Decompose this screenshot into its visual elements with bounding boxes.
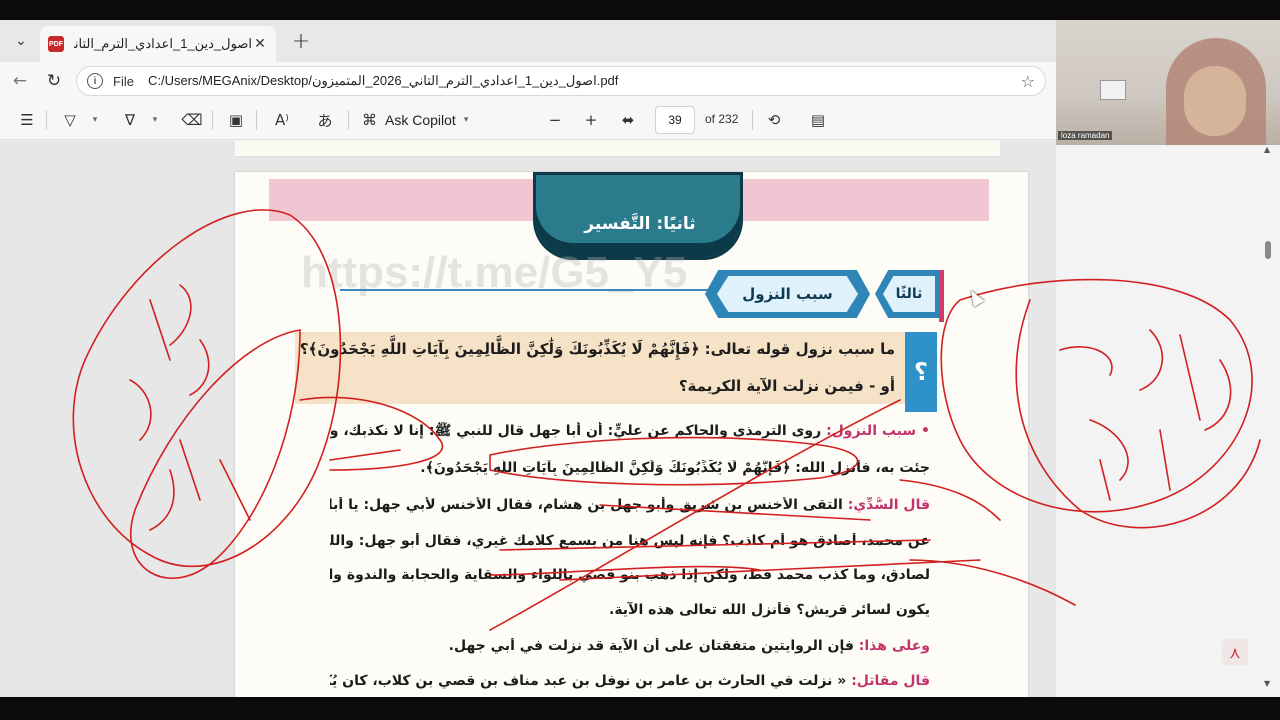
close-icon[interactable]: ✕ — [252, 36, 268, 52]
heading-rule — [340, 289, 710, 291]
acrobat-icon[interactable]: ⋏ — [1222, 639, 1248, 665]
divider — [752, 110, 753, 130]
wall-socket — [1100, 80, 1126, 100]
page-view-icon[interactable]: ▤ — [806, 108, 830, 132]
question-line: ما سبب نزول قوله تعالى: ﴿فَإِنَّهُمْ لَا… — [299, 340, 895, 358]
text-box-icon[interactable]: ▣ — [224, 108, 248, 132]
scroll-thumb[interactable] — [1265, 241, 1271, 259]
fit-width-icon[interactable]: ⬌ — [616, 108, 640, 132]
draw-icon[interactable]: ∇ — [118, 108, 142, 132]
scroll-up-arrow-icon[interactable]: ▲ — [1264, 145, 1270, 154]
active-tab[interactable]: PDF اصول_دين_1_اعدادي_الترم_التاني_26 ✕ — [40, 26, 276, 62]
previous-page-edge — [235, 141, 1000, 157]
browser-window: ⌄ PDF اصول_دين_1_اعدادي_الترم_التاني_26 … — [0, 20, 1056, 697]
question-mark-box: ؟ — [905, 332, 937, 412]
eraser-icon[interactable]: ⌫ — [180, 108, 204, 132]
url-scheme: File — [113, 73, 134, 89]
page-total: of 232 — [705, 112, 739, 126]
scroll-down-arrow-icon[interactable]: ▼ — [1264, 679, 1270, 688]
body-line: يكون لسائر قريش؟ فأنزل الله تعالى هذه ال… — [609, 602, 930, 618]
top-black-bar — [0, 0, 1280, 20]
ask-copilot-button[interactable]: ⌘ Ask Copilot ▾ — [362, 108, 492, 132]
url-text[interactable]: C:/Users/MEGAnix/Desktop/اصول_دين_1_اعدا… — [148, 73, 1021, 89]
contents-list-icon[interactable]: ☰ — [16, 108, 38, 132]
back-arrow-icon[interactable]: ← — [8, 69, 32, 93]
heading-number: ثالثًا — [883, 276, 935, 312]
pdf-toolbar: ☰ ▽ ▾ ∇ ▾ ⌫ ▣ A⁾ あ ⌘ Ask Copilot ▾ − + ⬌… — [0, 100, 1056, 140]
divider — [256, 110, 257, 130]
info-icon[interactable]: i — [87, 73, 103, 89]
body-line: قال مقاتل: « نزلت في الحارث بن عامر بن ن… — [330, 673, 930, 689]
vertical-scrollbar[interactable]: ▲ ▼ — [1262, 141, 1274, 697]
address-row: ← ↻ i File C:/Users/MEGAnix/Desktop/اصول… — [0, 62, 1056, 100]
body-line: قال السُّدِّي: التقى الأخنس بن شريق وأبو… — [330, 497, 930, 513]
body-line: وعلى هذا: فإن الروايتين متفقتان على أن ا… — [448, 638, 930, 654]
pdf-viewer[interactable]: ثانيًا: التَّفسير https://t.me/G5_Y5 سبب… — [0, 141, 1056, 697]
zoom-out-button[interactable]: − — [544, 108, 566, 132]
tab-strip: ⌄ PDF اصول_دين_1_اعدادي_الترم_التاني_26 … — [0, 20, 1056, 62]
divider — [348, 110, 349, 130]
rotate-icon[interactable]: ⟲ — [762, 108, 786, 132]
favorite-star-icon[interactable]: ☆ — [1021, 72, 1035, 91]
address-bar[interactable]: i File C:/Users/MEGAnix/Desktop/اصول_دين… — [76, 66, 1046, 96]
person-face — [1184, 66, 1246, 136]
question-line: أو - فيمن نزلت الآية الكريمة؟ — [678, 377, 895, 395]
highlight-chevron-icon[interactable]: ▾ — [88, 108, 102, 132]
body-line: جئت به، فأنزل الله: ﴿فَإِنَّهُمْ لَا يُك… — [420, 460, 930, 476]
zoom-in-button[interactable]: + — [580, 108, 602, 132]
new-tab-plus-icon[interactable]: + — [288, 28, 314, 54]
webcam-name-label: loza ramadan — [1058, 131, 1113, 140]
side-panel-background — [1056, 145, 1280, 697]
tab-list-chevron-icon[interactable]: ⌄ — [8, 29, 34, 53]
body-line: عن محمد، أصادق هو أم كاذب؟ فإنه ليس هنا … — [330, 533, 930, 549]
draw-chevron-icon[interactable]: ▾ — [148, 108, 162, 132]
heading-label: سبب النزول — [717, 276, 858, 312]
body-line: لصادق، وما كذب محمد قط، ولكن إذا ذهب بنو… — [330, 567, 930, 583]
translate-icon[interactable]: あ — [312, 108, 338, 132]
read-aloud-icon[interactable]: A⁾ — [270, 108, 294, 132]
tab-title: اصول_دين_1_اعدادي_الترم_التاني_26 — [74, 36, 252, 51]
body-line: • سبب النزول: روى الترمذي والحاكم عن علي… — [330, 423, 930, 439]
webcam-overlay: loza ramadan — [1056, 20, 1280, 145]
section-title: ثانيًا: التَّفسير — [584, 214, 696, 234]
heading-accent — [939, 270, 944, 322]
highlight-icon[interactable]: ▽ — [58, 108, 82, 132]
copilot-chevron-icon: ▾ — [463, 115, 469, 125]
divider — [46, 110, 47, 130]
pdf-page: ثانيًا: التَّفسير https://t.me/G5_Y5 سبب… — [235, 172, 1028, 697]
divider — [212, 110, 213, 130]
refresh-icon[interactable]: ↻ — [42, 69, 66, 93]
copilot-label: Ask Copilot — [385, 112, 456, 128]
copilot-icon: ⌘ — [362, 111, 377, 129]
pdf-icon: PDF — [48, 36, 64, 52]
page-number-input[interactable]: 39 — [655, 106, 695, 134]
bottom-black-bar — [0, 697, 1280, 720]
